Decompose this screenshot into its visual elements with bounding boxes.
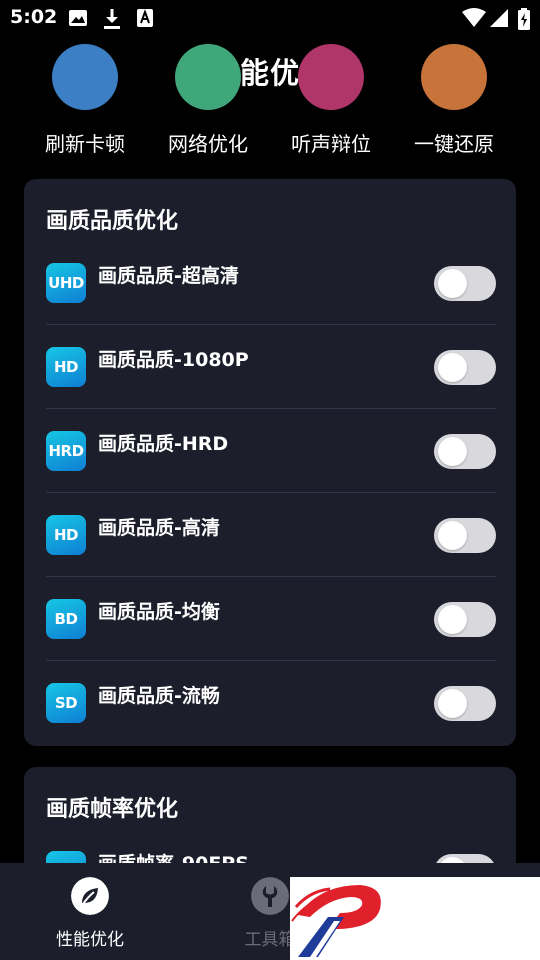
refresh-icon <box>52 44 118 110</box>
font-icon <box>137 9 153 27</box>
hrd-badge-icon: HRD <box>46 431 86 471</box>
toggle-switch[interactable] <box>434 266 496 301</box>
toggle-switch[interactable] <box>434 518 496 553</box>
quick-action-reset[interactable]: 一键还原 <box>394 44 514 162</box>
toggle-switch[interactable] <box>434 434 496 469</box>
logo-icon <box>291 885 381 957</box>
toggle-switch[interactable] <box>434 602 496 637</box>
toggle-knob <box>438 437 467 466</box>
quick-action-network[interactable]: 网络优化 <box>148 44 268 162</box>
toggle-switch[interactable] <box>434 350 496 385</box>
row-label: 画质品质-均衡 <box>98 601 220 623</box>
list-item: HD 画质品质-1080P <box>46 325 496 409</box>
uhd-badge-icon: UHD <box>46 263 86 303</box>
status-time: 5:02 <box>10 6 58 28</box>
image-icon <box>69 10 87 26</box>
toggle-knob <box>438 521 467 550</box>
hd-badge-icon: HD <box>46 347 86 387</box>
row-label: 画质品质-1080P <box>98 349 249 371</box>
network-icon <box>175 44 241 110</box>
quick-action-refresh[interactable]: 刷新卡顿 <box>25 44 145 162</box>
signal-icon <box>490 9 508 27</box>
quick-action-label: 听声辩位 <box>291 132 371 156</box>
toggle-knob <box>438 605 467 634</box>
battery-charging-icon <box>518 8 530 30</box>
quick-actions: 刷新卡顿 网络优化 听声辩位 一键还原 <box>0 44 540 166</box>
nav-item-performance[interactable]: 性能优化 <box>0 863 180 960</box>
leaf-icon <box>71 877 109 915</box>
badge-text: HD <box>53 358 79 376</box>
wrench-icon <box>251 877 289 915</box>
download-icon <box>104 9 120 29</box>
status-bar: 5:02 <box>0 0 540 36</box>
hd-badge-icon: HD <box>46 515 86 555</box>
quick-action-label: 一键还原 <box>414 132 494 156</box>
quick-action-label: 刷新卡顿 <box>45 132 125 156</box>
list-item: SD 画质品质-流畅 <box>46 661 496 745</box>
badge-text: SD <box>54 694 78 712</box>
quality-card: 画质品质优化 UHD 画质品质-超高清 HD 画质品质-1080P HRD 画质… <box>24 179 516 746</box>
quick-action-label: 网络优化 <box>168 132 248 156</box>
sd-badge-icon: SD <box>46 683 86 723</box>
card-title: 画质品质优化 <box>46 209 179 234</box>
badge-text: BD <box>54 610 78 628</box>
reset-icon <box>421 44 487 110</box>
bd-badge-icon: BD <box>46 599 86 639</box>
row-label: 画质品质-HRD <box>98 433 229 455</box>
badge-text: HRD <box>48 442 84 460</box>
badge-text: UHD <box>48 274 84 292</box>
wifi-icon <box>462 8 486 27</box>
list-item: UHD 画质品质-超高清 <box>46 241 496 325</box>
toggle-knob <box>438 689 467 718</box>
row-label: 画质品质-超高清 <box>98 265 239 287</box>
sound-icon <box>298 44 364 110</box>
toggle-knob <box>438 353 467 382</box>
card-title: 画质帧率优化 <box>46 797 179 822</box>
list-item: HRD 画质品质-HRD <box>46 409 496 493</box>
toggle-knob <box>438 269 467 298</box>
row-label: 画质品质-高清 <box>98 517 220 539</box>
watermark-logo <box>290 877 540 960</box>
list-item: BD 画质品质-均衡 <box>46 577 496 661</box>
toggle-switch[interactable] <box>434 686 496 721</box>
row-label: 画质品质-流畅 <box>98 685 220 707</box>
nav-label: 性能优化 <box>56 930 124 950</box>
quick-action-sound[interactable]: 听声辩位 <box>271 44 391 162</box>
badge-text: HD <box>53 526 79 544</box>
list-item: HD 画质品质-高清 <box>46 493 496 577</box>
